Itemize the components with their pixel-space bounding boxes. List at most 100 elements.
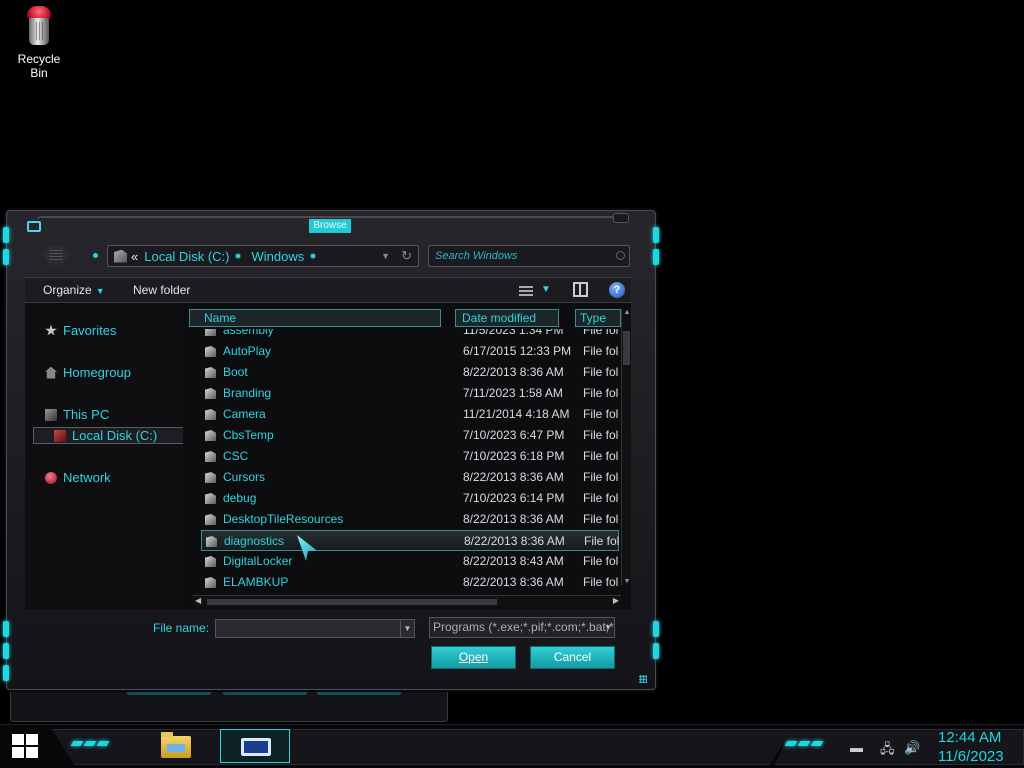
search-placeholder: Search Windows (435, 250, 518, 262)
nav-item-homegroup[interactable]: Homegroup (45, 365, 131, 380)
file-row[interactable]: ELAMBKUP 8/22/2013 8:36 AM File folder (183, 572, 619, 593)
horizontal-scrollbar[interactable]: ◀ ▶ (193, 595, 621, 607)
help-icon[interactable]: ? (609, 282, 625, 298)
folder-icon (206, 536, 217, 547)
column-headers: Name Date modified Type (183, 309, 621, 327)
navigation-pane: Favorites Homegroup This PC Local Disk (… (25, 303, 185, 609)
start-button[interactable] (12, 734, 38, 758)
close-button[interactable] (613, 213, 629, 223)
file-name: ELAMBKUP (223, 575, 289, 589)
refresh-icon[interactable]: ↻ (401, 248, 412, 264)
volume-icon[interactable]: 🔊 (904, 740, 920, 756)
browse-dialog: Browse « Local Disk (C:) Windows ▼ ↻ Sea… (3, 210, 659, 690)
file-name: Camera (223, 407, 266, 421)
folder-icon (205, 514, 216, 525)
scroll-down-icon[interactable]: ▼ (622, 578, 632, 585)
address-bar[interactable]: « Local Disk (C:) Windows ▼ ↻ (107, 245, 419, 267)
search-icon (616, 251, 625, 260)
file-date: 7/10/2023 6:18 PM (463, 449, 565, 463)
show-hidden-icons-icon[interactable]: ▬ (850, 740, 863, 755)
preview-pane-icon[interactable] (573, 282, 588, 297)
breadcrumb-local-disk[interactable]: Local Disk (C:) (144, 249, 229, 264)
nav-item-network[interactable]: Network (45, 470, 111, 485)
overflow-chevron-icon[interactable]: « (131, 249, 138, 264)
file-row[interactable]: AutoPlay 6/17/2015 12:33 PM File folder (183, 341, 619, 362)
chevron-down-icon[interactable]: ▼ (381, 251, 390, 261)
file-date: 7/10/2023 6:14 PM (463, 491, 565, 505)
recycle-bin-shortcut[interactable]: Recycle Bin (8, 6, 70, 80)
file-date: 11/21/2014 4:18 AM (463, 407, 570, 421)
breadcrumb-separator-icon[interactable] (235, 253, 242, 259)
chevron-down-icon[interactable]: ▼ (541, 284, 551, 295)
column-header-name[interactable]: Name (189, 309, 441, 327)
breadcrumb-separator-icon[interactable] (310, 253, 317, 259)
search-input[interactable]: Search Windows (428, 245, 630, 267)
nav-item-local-disk[interactable]: Local Disk (C:) (33, 427, 185, 444)
file-row[interactable]: Camera 11/21/2014 4:18 AM File folder (183, 404, 619, 425)
scroll-thumb[interactable] (207, 599, 497, 605)
chevron-down-icon[interactable]: ▼ (400, 620, 414, 637)
file-type: File folder (583, 512, 619, 526)
chevron-down-icon: ▼ (604, 623, 612, 632)
file-name: Branding (223, 386, 272, 400)
active-window-taskbar-button[interactable] (220, 729, 290, 763)
file-type: File folder (583, 449, 619, 463)
back-button[interactable] (39, 243, 73, 267)
network-tray-icon[interactable]: 🖧 (880, 740, 895, 762)
decorative-leds (784, 741, 824, 746)
file-row[interactable]: Branding 7/11/2023 1:58 AM File folder (183, 383, 619, 404)
file-name: debug (223, 491, 257, 505)
file-type: File folder (583, 365, 619, 379)
forward-button[interactable] (93, 253, 98, 258)
file-name: assembly (223, 329, 274, 337)
file-row[interactable]: diagnostics 8/22/2013 8:36 AM File folder (201, 530, 619, 551)
column-header-date[interactable]: Date modified (455, 309, 559, 327)
scroll-right-icon[interactable]: ▶ (613, 596, 619, 605)
file-row[interactable]: Boot 8/22/2013 8:36 AM File folder (183, 362, 619, 383)
file-row[interactable]: DesktopTileResources 8/22/2013 8:36 AM Fil… (183, 509, 619, 530)
nav-item-this-pc[interactable]: This PC (45, 407, 109, 422)
organize-button[interactable]: Organize ▼ (43, 283, 105, 297)
file-row[interactable]: debug 7/10/2023 6:14 PM File folder (183, 488, 619, 509)
resize-grip[interactable] (639, 675, 647, 683)
file-name-input[interactable]: ▼ (215, 619, 415, 638)
file-type-select[interactable]: Programs (*.exe;*.pif;*.com;*.bat;*.cmd)… (429, 617, 615, 638)
file-date: 8/22/2013 8:43 AM (463, 554, 564, 568)
file-name: DigitalLocker (223, 554, 293, 568)
file-explorer-taskbar-button[interactable] (158, 730, 194, 762)
folder-icon (205, 367, 216, 378)
file-row[interactable]: CbsTemp 7/10/2023 6:47 PM File folder (183, 425, 619, 446)
open-button[interactable]: Open (431, 646, 516, 669)
file-date: 8/22/2013 8:36 AM (463, 470, 564, 484)
column-header-type[interactable]: Type (575, 309, 621, 327)
decorative-leds (70, 741, 110, 746)
drive-icon (54, 429, 66, 442)
clock-time[interactable]: 12:44 AM (938, 729, 1001, 746)
chevron-down-icon: ▼ (95, 286, 105, 296)
scroll-thumb[interactable] (623, 331, 630, 365)
file-date: 8/22/2013 8:36 AM (463, 365, 564, 379)
organize-label: Organize (43, 283, 92, 297)
scroll-left-icon[interactable]: ◀ (195, 596, 201, 605)
folder-icon (205, 388, 216, 399)
breadcrumb-windows[interactable]: Windows (251, 249, 304, 264)
file-row[interactable]: CSC 7/10/2023 6:18 PM File folder (183, 446, 619, 467)
file-list: Name Date modified Type assembly 11/5/202… (183, 303, 631, 609)
scroll-up-icon[interactable]: ▲ (622, 309, 632, 316)
file-type: File folder (583, 428, 619, 442)
homegroup-icon (45, 366, 57, 379)
folder-icon (205, 346, 216, 357)
file-row[interactable]: assembly 11/5/2023 1:34 PM File folder (183, 329, 619, 341)
file-date: 8/22/2013 8:36 AM (463, 575, 564, 589)
recycle-bin-label: Recycle Bin (17, 52, 61, 80)
computer-icon (45, 408, 57, 421)
file-row[interactable]: DigitalLocker 8/22/2013 8:43 AM File folde… (183, 551, 619, 572)
view-options-icon[interactable] (519, 284, 533, 296)
file-row[interactable]: Cursors 8/22/2013 8:36 AM File folder (183, 467, 619, 488)
new-folder-button[interactable]: New folder (133, 283, 190, 297)
cancel-button[interactable]: Cancel (530, 646, 615, 669)
vertical-scrollbar[interactable]: ▲ ▼ (621, 309, 631, 585)
nav-item-favorites[interactable]: Favorites (45, 323, 116, 338)
file-type: File folder (583, 344, 619, 358)
clock-date[interactable]: 11/6/2023 (938, 748, 1004, 765)
